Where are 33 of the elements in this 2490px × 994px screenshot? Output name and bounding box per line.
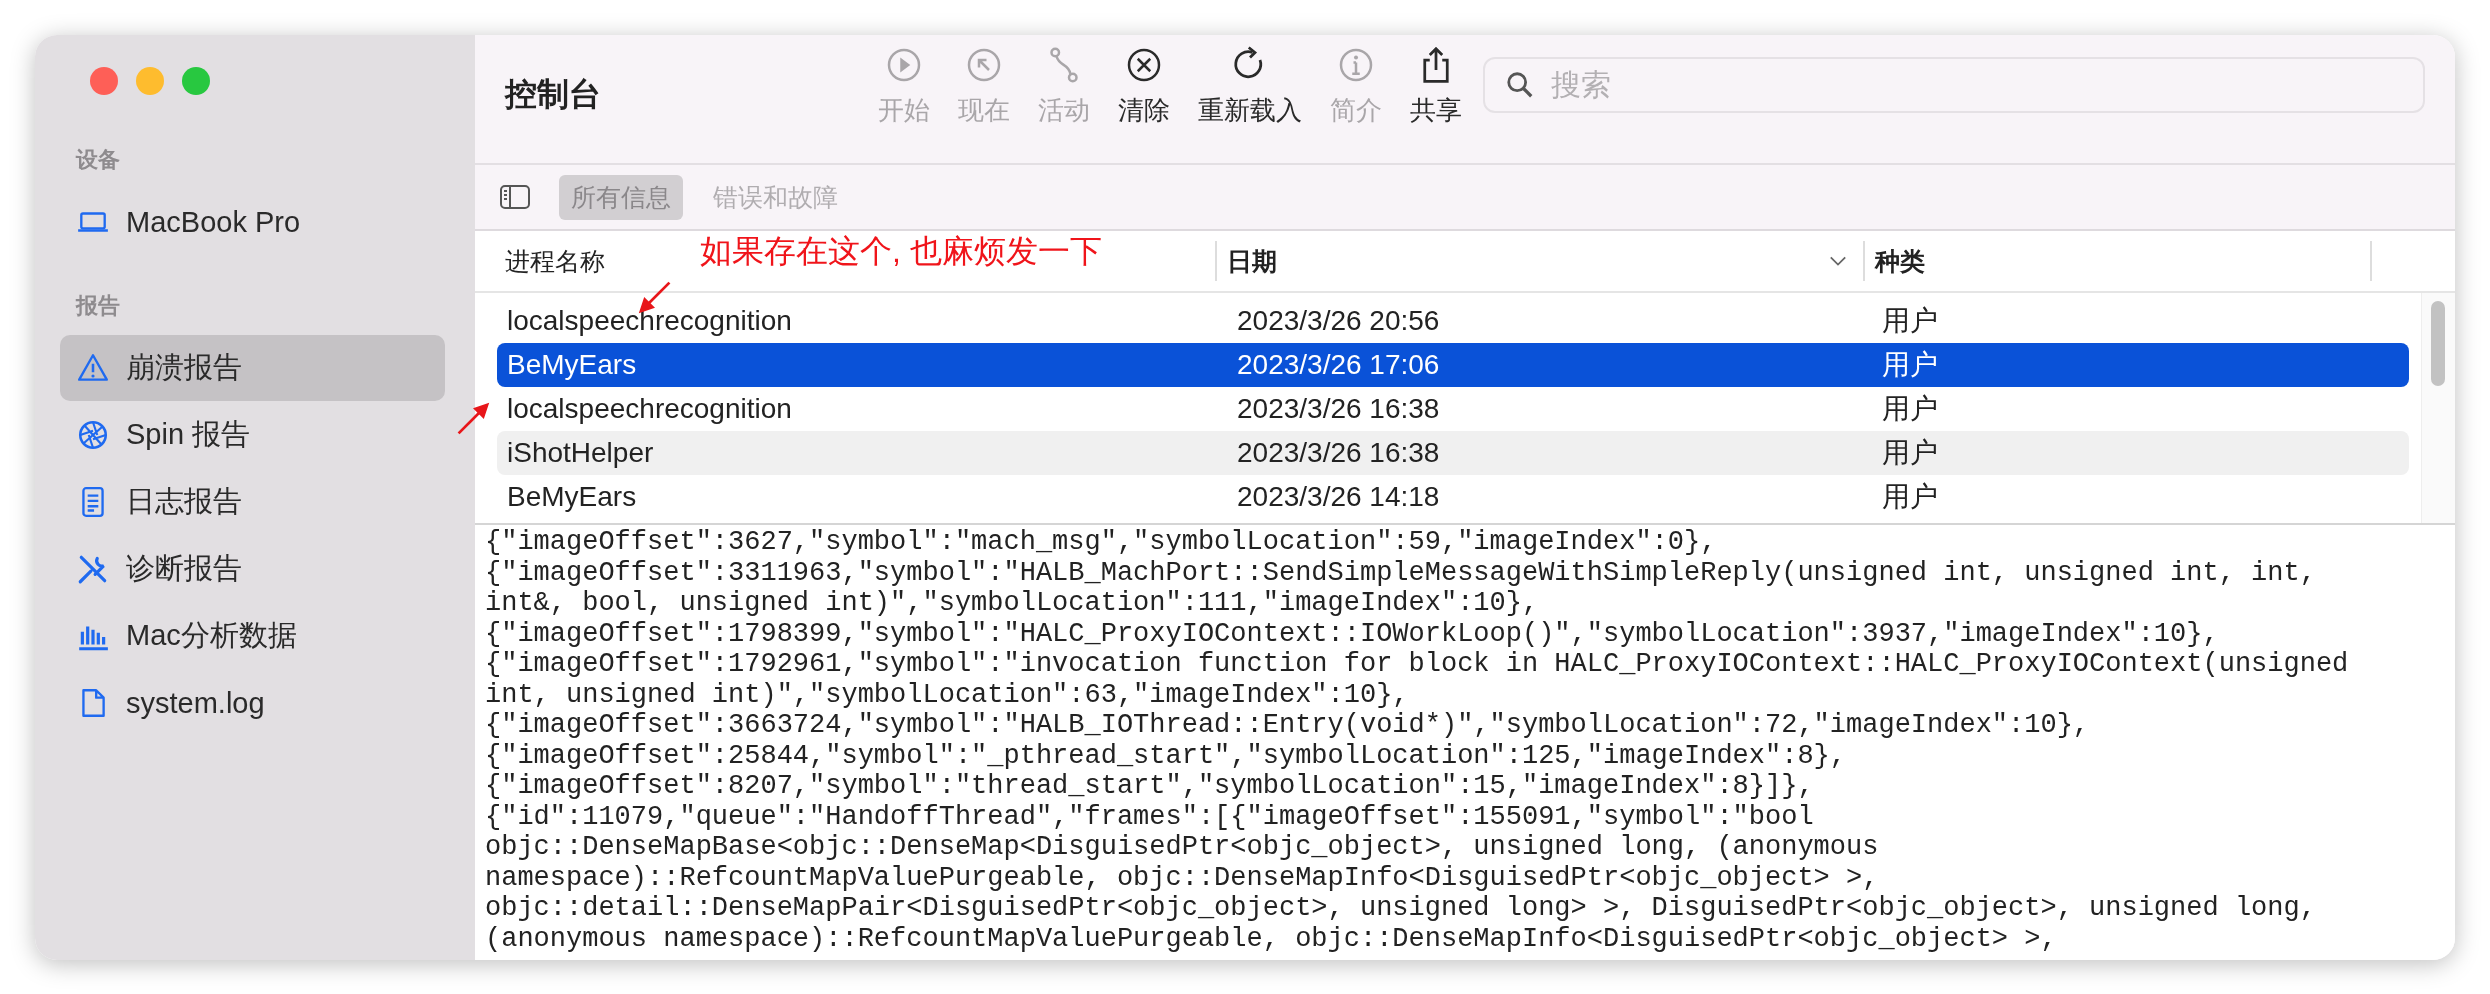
table-row[interactable]: BeMyEars 2023/3/26 14:18 用户 <box>497 475 2409 519</box>
chevron-down-icon[interactable] <box>1829 255 1847 267</box>
sidebar-item[interactable]: 崩溃报告 <box>60 335 445 401</box>
table-row[interactable]: BeMyEars 2023/3/26 17:06 用户 <box>497 343 2409 387</box>
zoom-button[interactable] <box>182 67 210 95</box>
section-heading: 设备 <box>74 146 121 174</box>
sidebar-item[interactable]: system.log <box>60 670 445 736</box>
toolbar-button[interactable]: 重新载入 <box>1195 45 1305 128</box>
minimize-button[interactable] <box>136 67 164 95</box>
column-header[interactable]: 日期 <box>1227 244 1277 278</box>
column-header[interactable]: 种类 <box>1875 244 1925 278</box>
annotation-text: 如果存在这个, 也麻烦发一下 <box>700 232 1102 271</box>
sidebar-toggle-icon[interactable] <box>499 184 531 210</box>
log-text: {"imageOffset":3627,"symbol":"mach_msg","symbolLocation":59,"imageIndex":0}, {"imageOffset":3311963,"symbol":"HALB_MachPort::SendSimpleMessageWithSimpleReply(unsigned int, unsigned int, int, int&, bool, unsigned int)","symbolLocation":111,"imageIndex":10}, {"imageOffset":1798399,"symbol":"HALC_ProxyIOContext::IOWorkLoop()","symbolLocation":3937,"imageIndex":10}, {"imageOffset":1792961,"symbol":"invocation function for block in HALC_ProxyIOContext::HALC_ProxyIOContext(unsigned int, unsigned int)","symbolLocation":63,"imageIndex":10}, {"imageOffset":3663724,"symbol":"HALB_IOThread::Entry(void*)","symbolLocation":72,"imageIndex":10}, {"imageOffset":25844,"symbol":"_pthread_start","symbolLocation":125,"imageIndex":8}, {"imageOffset":8207,"symbol":"thread_start","symbolLocation":15,"imageIndex":8}]}, {"id":11079,"queue":"HandoffThread","frames":[{"imageOffset":155091,"symbol":"bool objc::DenseMapBase<objc::DenseMap<DisguisedPtr<objc_object>, unsigned long, (anonymous namespace)::RefcountMapValuePurgeable, objc::DenseMapInfo<DisguisedPtr<objc_object> >, objc::detail::DenseMapPair<DisguisedPtr<objc_object>, unsigned long> >, DisguisedPtr<objc_object>, unsigned long, (anonymous namespace)::RefcountMapValuePurgeable, objc::DenseMapInfo<DisguisedPtr<objc_object> >, <box>475 523 2455 960</box>
sidebar-item[interactable]: 诊断报告 <box>60 536 445 602</box>
aperture-icon <box>76 418 110 452</box>
table-row[interactable]: localspeechrecognition 2023/3/26 20:56 用户 <box>497 299 2409 343</box>
toolbar-button[interactable]: 共享 <box>1407 45 1465 128</box>
table-row[interactable]: localspeechrecognition 2023/3/26 16:38 用户 <box>497 387 2409 431</box>
sidebar-item[interactable]: MacBook Pro <box>60 189 445 255</box>
annotation-arrow <box>455 401 491 437</box>
window-title: 控制台 <box>505 75 602 114</box>
column-header[interactable]: 进程名称 <box>505 244 605 278</box>
search-icon <box>1505 70 1535 100</box>
table-row[interactable]: iShotHelper 2023/3/26 16:38 用户 <box>497 431 2409 475</box>
sidebar-item[interactable]: Mac分析数据 <box>60 603 445 669</box>
toolbar-button[interactable]: 清除 <box>1115 45 1173 128</box>
search-field[interactable]: 搜索 <box>1483 57 2425 113</box>
scrollbar[interactable] <box>2421 293 2455 523</box>
sidebar-item[interactable]: Spin 报告 <box>60 402 445 468</box>
section-heading: 报告 <box>74 292 121 320</box>
close-button[interactable] <box>90 67 118 95</box>
sidebar-item[interactable]: 日志报告 <box>60 469 445 535</box>
